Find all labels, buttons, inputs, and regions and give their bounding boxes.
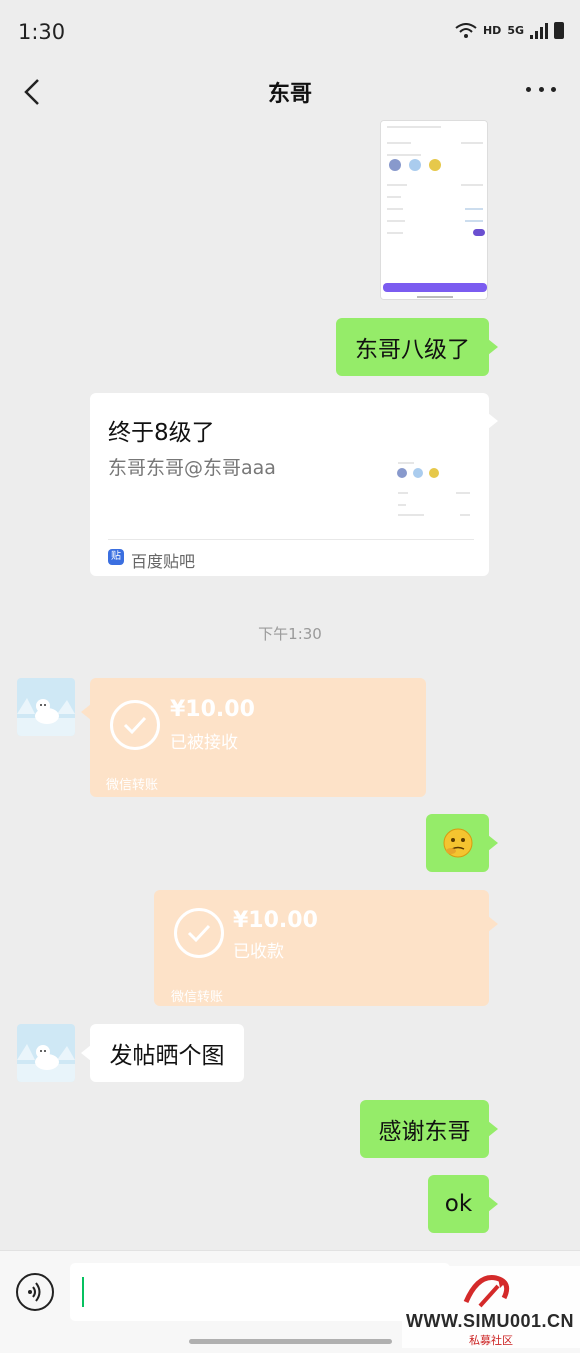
watermark: WWW.SIMU001.CN 私募社区 bbox=[402, 1266, 580, 1348]
transfer-amount: ¥10.00 bbox=[170, 697, 255, 722]
card-source: 百度贴吧 bbox=[131, 552, 196, 571]
battery-icon bbox=[554, 22, 564, 39]
tieba-icon: 贴 bbox=[108, 549, 124, 565]
card-thumbnail bbox=[394, 451, 474, 527]
status-icons: HD 5G bbox=[455, 22, 564, 39]
card-divider bbox=[108, 539, 474, 540]
sent-message[interactable]: 东哥八级了 bbox=[336, 318, 498, 376]
sent-message[interactable]: ok bbox=[428, 1175, 498, 1233]
sent-emoji-message[interactable] bbox=[426, 814, 498, 872]
message-text: 发帖晒个图 bbox=[109, 1043, 225, 1069]
contact-avatar[interactable] bbox=[17, 1024, 75, 1082]
transfer-received-message[interactable]: ¥10.00 已被接收 微信转账 bbox=[81, 678, 426, 797]
polar-bear-avatar-icon bbox=[17, 678, 75, 736]
card-subtitle: 东哥东哥@东哥aaa bbox=[108, 457, 276, 479]
voice-input-icon[interactable] bbox=[16, 1273, 54, 1311]
transfer-sent-message[interactable]: ¥10.00 已收款 微信转账 bbox=[154, 890, 498, 1006]
more-icon[interactable] bbox=[526, 83, 556, 95]
chat-title: 东哥 bbox=[267, 82, 312, 107]
contact-avatar[interactable] bbox=[17, 678, 75, 736]
wifi-icon bbox=[455, 22, 477, 38]
timestamp: 下午1:30 bbox=[258, 625, 322, 643]
message-text: ok bbox=[444, 1191, 473, 1217]
hd-badge: HD bbox=[482, 24, 502, 37]
image-message[interactable] bbox=[380, 120, 488, 300]
text-cursor bbox=[82, 1277, 84, 1307]
link-card-message[interactable]: 终于8级了 东哥东哥@东哥aaa 贴 百度贴吧 bbox=[90, 393, 498, 576]
check-circle-icon bbox=[110, 700, 160, 750]
transfer-status: 已收款 bbox=[233, 942, 284, 962]
received-message[interactable]: 发帖晒个图 bbox=[81, 1024, 244, 1082]
watermark-subtitle: 私募社区 bbox=[469, 1334, 513, 1347]
screenshot-thumbnail bbox=[381, 121, 487, 299]
status-bar: 1:30 HD 5G bbox=[0, 0, 580, 64]
message-input[interactable] bbox=[70, 1263, 450, 1321]
simu-logo-icon bbox=[463, 1275, 510, 1308]
polar-bear-avatar-icon bbox=[17, 1024, 75, 1082]
thinking-face-emoji-icon bbox=[443, 828, 472, 858]
check-circle-icon bbox=[174, 908, 224, 958]
transfer-status: 已被接收 bbox=[170, 733, 238, 753]
message-text: 感谢东哥 bbox=[378, 1119, 471, 1145]
transfer-amount: ¥10.00 bbox=[233, 908, 318, 933]
message-text: 东哥八级了 bbox=[355, 337, 470, 363]
network-badge: 5G bbox=[507, 24, 524, 37]
status-time: 1:30 bbox=[18, 20, 66, 44]
transfer-footer: 微信转账 bbox=[106, 778, 159, 793]
sent-message[interactable]: 感谢东哥 bbox=[360, 1100, 498, 1158]
chat-header: 东哥 bbox=[0, 64, 580, 120]
message-list[interactable]: 东哥八级了 终于8级了 东哥东哥@东哥aaa 贴 百度贴吧 下午1:30 ¥10… bbox=[0, 120, 580, 1250]
card-title: 终于8级了 bbox=[108, 420, 215, 446]
signal-icon bbox=[530, 22, 548, 39]
transfer-footer: 微信转账 bbox=[171, 990, 224, 1005]
watermark-url: WWW.SIMU001.CN bbox=[406, 1311, 575, 1331]
home-indicator[interactable] bbox=[189, 1339, 392, 1344]
